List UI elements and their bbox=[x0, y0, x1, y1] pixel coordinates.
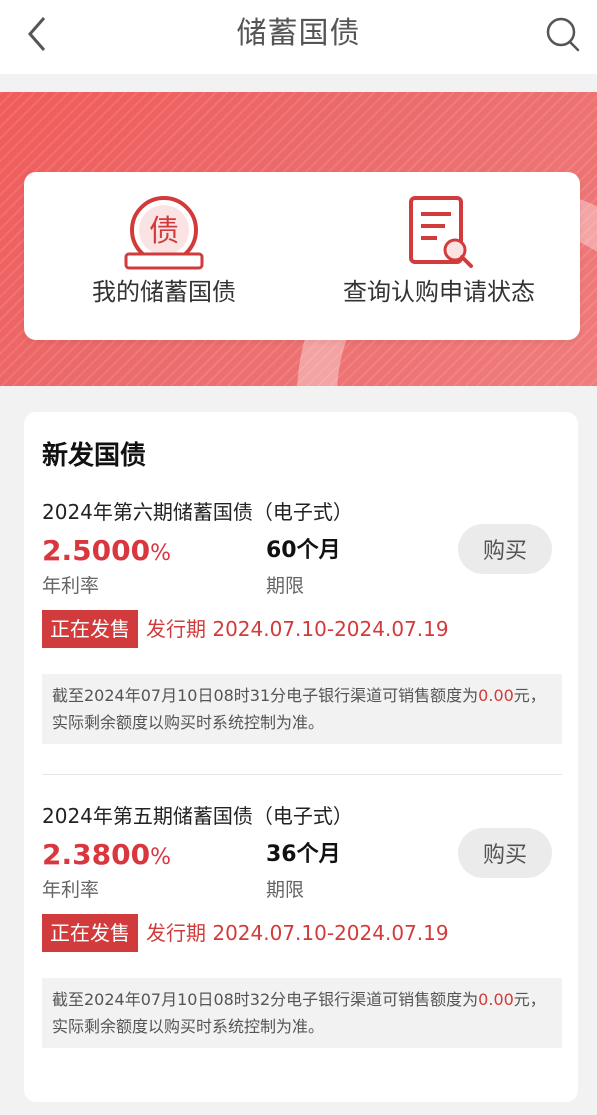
query-status-button[interactable]: 查询认购申请状态 bbox=[314, 172, 564, 340]
section-title: 新发国债 bbox=[42, 441, 147, 471]
my-bonds-button[interactable]: 债 我的储蓄国债 bbox=[64, 172, 264, 340]
rate-unit: % bbox=[150, 541, 171, 566]
status-badge: 正在发售 bbox=[42, 610, 138, 648]
bond-term: 60个月 bbox=[266, 538, 341, 563]
notice-amount: 0.00 bbox=[478, 686, 514, 705]
term-label: 期限 bbox=[266, 575, 305, 597]
notice-prefix: 截至2024年07月10日08时32分电子银行渠道可销售额度为 bbox=[52, 990, 479, 1009]
my-bonds-label: 我的储蓄国债 bbox=[92, 278, 236, 306]
bond-name: 2024年第六期储蓄国债（电子式） bbox=[42, 500, 353, 524]
buy-button[interactable]: 购买 bbox=[458, 828, 552, 878]
issue-period: 发行期 2024.07.10-2024.07.19 bbox=[146, 921, 449, 945]
query-status-label: 查询认购申请状态 bbox=[343, 278, 535, 306]
bond-item: 2024年第六期储蓄国债（电子式） 2.5000% 年利率 60个月 期限 购买… bbox=[24, 498, 578, 798]
bond-name: 2024年第五期储蓄国债（电子式） bbox=[42, 804, 353, 828]
bond-badge-icon: 债 bbox=[124, 196, 204, 270]
rate-value: 2.3800 bbox=[42, 838, 151, 871]
quota-notice: 截至2024年07月10日08时32分电子银行渠道可销售额度为0.00元，实际剩… bbox=[42, 978, 562, 1048]
quota-notice: 截至2024年07月10日08时31分电子银行渠道可销售额度为0.00元，实际剩… bbox=[42, 674, 562, 744]
divider bbox=[42, 774, 562, 775]
bond-rate: 2.3800% bbox=[42, 838, 171, 875]
status-badge: 正在发售 bbox=[42, 914, 138, 952]
bond-item: 2024年第五期储蓄国债（电子式） 2.3800% 年利率 36个月 期限 购买… bbox=[24, 802, 578, 1102]
term-label: 期限 bbox=[266, 879, 305, 901]
rate-unit: % bbox=[150, 845, 171, 870]
rate-value: 2.5000 bbox=[42, 534, 151, 567]
notice-amount: 0.00 bbox=[478, 990, 514, 1009]
nav-bar: 储蓄国债 bbox=[0, 0, 597, 74]
notice-prefix: 截至2024年07月10日08时31分电子银行渠道可销售额度为 bbox=[52, 686, 479, 705]
bond-badge-text: 债 bbox=[149, 214, 179, 249]
quick-actions-card: 债 我的储蓄国债 查询认购申请状态 bbox=[24, 172, 580, 340]
bond-rate: 2.5000% bbox=[42, 534, 171, 571]
rate-label: 年利率 bbox=[42, 575, 100, 597]
new-bonds-card: 新发国债 2024年第六期储蓄国债（电子式） 2.5000% 年利率 60个月 … bbox=[24, 412, 578, 1102]
search-icon[interactable] bbox=[543, 14, 583, 54]
page-title: 储蓄国债 bbox=[236, 16, 361, 51]
bond-term: 36个月 bbox=[266, 842, 341, 867]
issue-period: 发行期 2024.07.10-2024.07.19 bbox=[146, 617, 449, 641]
document-search-icon bbox=[409, 196, 473, 268]
rate-label: 年利率 bbox=[42, 879, 100, 901]
buy-button[interactable]: 购买 bbox=[458, 524, 552, 574]
